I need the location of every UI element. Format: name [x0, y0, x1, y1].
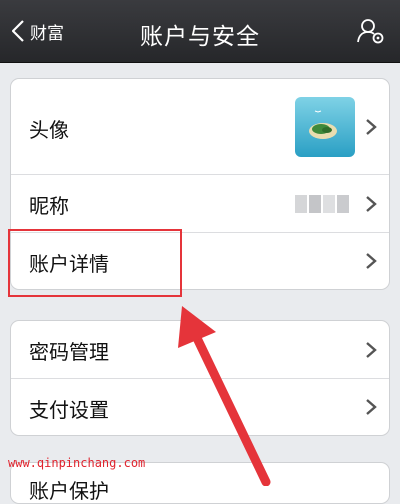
avatar-row-label: 头像 [29, 118, 69, 142]
avatar [295, 97, 355, 157]
nickname-row[interactable]: 昵称 [11, 175, 389, 233]
page-title: 账户与安全 [140, 24, 260, 50]
watermark: www.qinpinchang.com [8, 456, 146, 470]
payment-settings-row-label: 支付设置 [29, 398, 109, 422]
nickname-row-label: 昵称 [29, 194, 69, 218]
chevron-right-icon [366, 196, 377, 212]
highlight-box [8, 229, 182, 297]
avatar-row[interactable]: 头像 [11, 79, 389, 175]
annotation-arrow [178, 306, 271, 486]
chevron-right-icon [366, 119, 377, 135]
password-management-row-label: 密码管理 [29, 340, 109, 364]
chevron-right-icon [366, 253, 377, 269]
nickname-value-blurred [295, 195, 351, 213]
nav-bar: 财富 账户与安全 [0, 0, 400, 63]
account-protection-row-label: 账户保护 [29, 479, 109, 503]
chevron-right-icon [366, 342, 377, 358]
chevron-right-icon [366, 399, 377, 415]
user-settings-icon[interactable] [356, 16, 386, 46]
